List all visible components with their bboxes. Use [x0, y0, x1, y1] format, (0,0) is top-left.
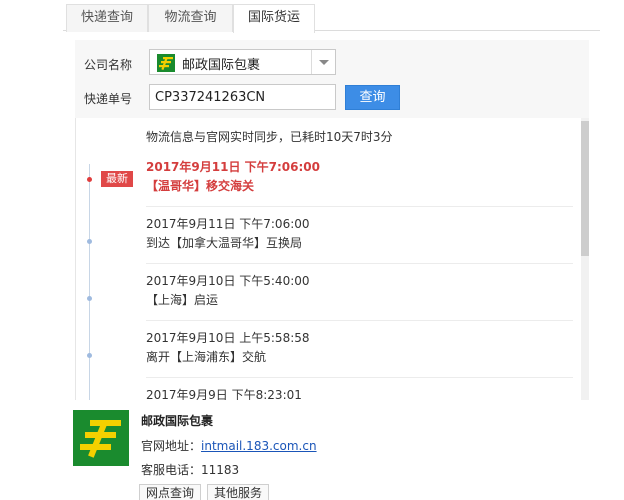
carrier-phone-row: 客服电话：11183 [141, 461, 239, 478]
tab-express-query[interactable]: 快递查询 [66, 4, 148, 32]
tracking-results: 物流信息与官网实时同步，已耗时10天7时3分 最新 2017年9月11日 下午7… [75, 118, 589, 400]
tab-logistics-query[interactable]: 物流查询 [148, 4, 233, 32]
query-form: 公司名称 邮政国际包裹 快递单号 查询 [75, 40, 589, 118]
carrier-name: 邮政国际包裹 [141, 414, 214, 428]
event-desc: 【上海】启运 [146, 293, 219, 307]
timeline-event: 2017年9月11日 下午7:06:00 到达【加拿大温哥华】互换局 [76, 207, 573, 264]
other-services-button[interactable]: 其他服务 [207, 484, 269, 500]
timeline-event-latest: 最新 2017年9月11日 下午7:06:00 【温哥华】移交海关 [76, 150, 573, 207]
company-select[interactable]: 邮政国际包裹 [149, 49, 336, 75]
results-scrollbar-thumb[interactable] [581, 121, 589, 256]
tab-international-freight[interactable]: 国际货运 [233, 4, 315, 33]
china-post-logo-icon [157, 54, 175, 72]
china-post-logo-icon [73, 410, 129, 466]
timeline-dot [87, 296, 92, 301]
results-scrollbar[interactable] [581, 118, 589, 400]
timeline-event: 2017年9月10日 上午5:58:58 离开【上海浦东】交航 [76, 321, 573, 378]
timeline-event: 2017年9月10日 下午5:40:00 【上海】启运 [76, 264, 573, 321]
carrier-site-link[interactable]: intmail.183.com.cn [201, 439, 317, 453]
event-desc: 【温哥华】移交海关 [146, 179, 255, 193]
event-desc: 到达【加拿大温哥华】互换局 [146, 236, 303, 250]
event-time: 2017年9月10日 下午5:40:00 [146, 274, 310, 288]
carrier-info: 邮政国际包裹 官网地址：intmail.183.com.cn 客服电话：1118… [63, 400, 600, 500]
chevron-down-icon [319, 60, 329, 65]
query-button[interactable]: 查询 [345, 85, 400, 110]
carrier-phone: 11183 [201, 463, 240, 477]
carrier-site-label: 官网地址： [141, 439, 202, 453]
tracking-number-input[interactable] [149, 84, 336, 110]
carrier-site-row: 官网地址：intmail.183.com.cn [141, 437, 317, 454]
timeline-event: 2017年9月9日 下午8:23:01 [76, 378, 573, 400]
company-select-value: 邮政国际包裹 [182, 58, 261, 73]
event-time: 2017年9月11日 下午7:06:00 [146, 160, 320, 174]
event-time: 2017年9月9日 下午8:23:01 [146, 388, 302, 400]
company-label: 公司名称 [84, 58, 133, 72]
timeline-dot [87, 239, 92, 244]
latest-badge: 最新 [101, 171, 133, 187]
sync-status-text: 物流信息与官网实时同步，已耗时10天7时3分 [146, 130, 393, 144]
event-time: 2017年9月11日 下午7:06:00 [146, 217, 310, 231]
tab-bar: 快递查询 物流查询 国际货运 [63, 0, 600, 33]
carrier-phone-label: 客服电话： [141, 463, 202, 477]
timeline-dot [87, 353, 92, 358]
company-select-toggle[interactable] [311, 50, 335, 74]
branch-query-button[interactable]: 网点查询 [139, 484, 201, 500]
event-desc: 离开【上海浦东】交航 [146, 350, 267, 364]
timeline-dot [87, 177, 92, 182]
tracking-number-label: 快递单号 [84, 92, 133, 106]
event-time: 2017年9月10日 上午5:58:58 [146, 331, 310, 345]
